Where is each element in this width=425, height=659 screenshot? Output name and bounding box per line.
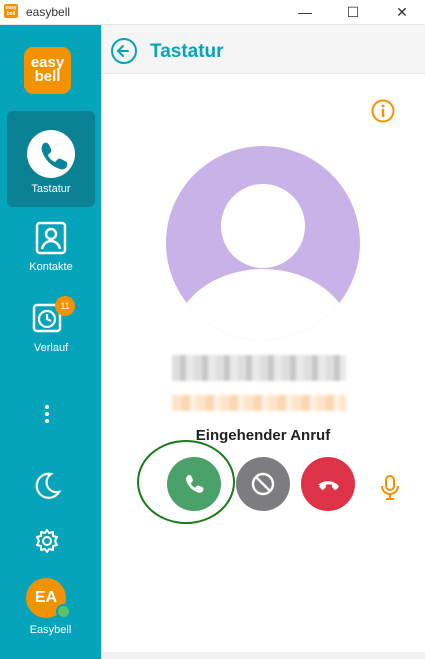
minimize-button[interactable]: — [282,0,328,24]
phone-icon [186,474,204,493]
window-title: easybell [26,5,71,19]
accept-call-button[interactable] [167,457,221,511]
brand-logo: easy bell [24,47,71,94]
maximize-button[interactable]: ☐ [330,0,376,24]
notification-badge: 11 [55,296,75,316]
sidebar: easy bell Tastatur Kontakte 11 Verlauf E… [0,25,101,659]
block-icon [251,472,275,496]
brand-logo-line2: bell [34,68,61,85]
sidebar-item-verlauf[interactable]: 11 Verlauf [7,296,95,396]
sidebar-item-label: Kontakte [29,261,73,273]
more-options-icon[interactable] [39,404,55,424]
sidebar-item-label: Verlauf [33,342,69,354]
window-titlebar: easy bell easybell — ☐ ✕ [0,0,425,25]
bottom-strip [101,652,425,659]
page-header: Tastatur [101,25,425,74]
call-status: Eingehender Anruf [195,427,331,444]
info-icon[interactable] [371,99,395,123]
avatar-body-shape [174,269,352,340]
reject-call-button[interactable] [236,457,290,511]
caller-number [172,355,346,381]
hangup-icon [318,481,339,490]
phone-icon [27,130,75,178]
caller-avatar [166,146,360,340]
caller-subtitle [172,395,346,411]
app-logo-icon: easy bell [4,4,18,18]
sidebar-item-tastatur[interactable]: Tastatur [7,111,95,207]
close-button[interactable]: ✕ [379,0,425,24]
contact-card-icon [35,221,67,255]
hangup-button[interactable] [301,457,355,511]
arrow-left-icon [117,45,129,57]
moon-icon[interactable] [31,470,63,502]
gear-icon[interactable] [34,528,60,554]
user-name: Easybell [29,624,72,636]
page-title: Tastatur [150,41,224,62]
avatar-head-shape [221,184,305,268]
microphone-icon[interactable] [379,474,401,502]
sidebar-item-label: Tastatur [31,183,71,195]
online-status-dot [56,604,71,619]
sidebar-item-kontakte[interactable]: Kontakte [7,213,95,309]
back-button[interactable] [111,38,137,64]
